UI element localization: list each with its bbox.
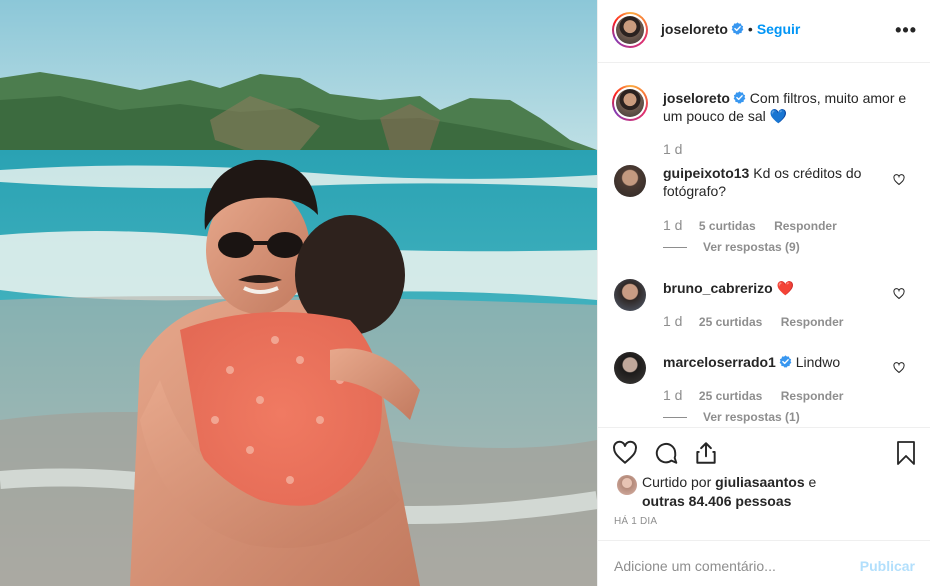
comment-time[interactable]: 1 d [663,387,682,403]
comment-likes[interactable]: 25 curtidas [699,315,762,329]
liked-by-others[interactable]: outras 84.406 pessoas [642,493,791,509]
comment: guipeixoto13 Kd os créditos do fotógrafo… [663,164,878,200]
add-comment-bar: Adicione um comentário... Publicar [598,540,930,586]
liked-by: Curtido por giuliasaantos e outras 84.40… [642,473,816,511]
share-icon[interactable] [693,440,719,466]
comment-meta: 1 d 25 curtidas Responder [663,313,843,331]
reply-button[interactable]: Responder [781,315,844,329]
comment-heart-icon[interactable] [893,288,905,300]
replies-divider-line [663,247,687,249]
replies-divider-line [663,417,687,419]
reply-button[interactable]: Responder [774,219,837,233]
comment-username[interactable]: bruno_cabrerizo [663,280,773,296]
comments-list[interactable]: joseloreto Com filtros, muito amor e um … [598,63,930,427]
comment: bruno_cabrerizo ❤️ [663,279,878,297]
view-replies[interactable]: Ver respostas (9) [663,240,800,254]
caption: joseloreto Com filtros, muito amor e um … [663,89,913,125]
liker-avatar[interactable] [617,475,637,495]
comment-heart-icon[interactable] [893,362,905,374]
post-actions: Curtido por giuliasaantos e outras 84.40… [598,427,930,540]
comment-text: Lindwo [795,354,841,370]
reply-button[interactable]: Responder [781,389,844,403]
comment: marceloserrado1 Lindwo [663,353,878,371]
liked-by-middle: e [808,474,817,490]
view-replies-label: Ver respostas (1) [703,410,800,424]
caption-emoji: 💙 [769,108,788,124]
commenter-avatar[interactable] [614,279,646,311]
liked-by-prefix: Curtido por [642,474,712,490]
comment-text: ❤️ [776,280,795,296]
comment-time[interactable]: 1 d [663,217,682,233]
comment-meta: 1 d 25 curtidas Responder [663,387,843,405]
comment-bubble-icon[interactable] [653,440,679,466]
post-timestamp[interactable]: HÁ 1 DIA [614,516,657,527]
comment-username[interactable]: guipeixoto13 [663,165,749,181]
bookmark-icon[interactable] [894,440,918,466]
post-photo[interactable] [0,0,597,586]
follow-button[interactable]: Seguir [757,21,801,37]
verified-badge-icon [731,22,744,35]
author-avatar[interactable] [612,12,648,48]
separator-dot: • [747,21,753,37]
comment-heart-icon[interactable] [893,174,905,186]
beach-photo-illustration [0,0,597,586]
comment-username[interactable]: marceloserrado1 [663,354,776,370]
comment-meta: 1 d 5 curtidas Responder [663,217,837,235]
caption-time[interactable]: 1 d [663,141,682,157]
commenter-avatar[interactable] [614,352,646,384]
verified-badge-icon [733,91,746,104]
author-username[interactable]: joseloreto [661,21,728,37]
liked-by-user[interactable]: giuliasaantos [715,474,804,490]
comment-input[interactable]: Adicione um comentário... [614,558,776,574]
caption-avatar[interactable] [612,85,648,121]
more-options-icon[interactable]: ••• [895,20,917,41]
header-user-line: joseloreto • Seguir [661,21,800,39]
comment-likes[interactable]: 25 curtidas [699,389,762,403]
caption-username[interactable]: joseloreto [663,90,730,106]
view-replies[interactable]: Ver respostas (1) [663,410,800,424]
verified-badge-icon [779,355,792,368]
view-replies-label: Ver respostas (9) [703,240,800,254]
heart-icon[interactable] [612,440,638,466]
post-details-panel: joseloreto • Seguir ••• joseloreto Com fil… [597,0,930,586]
post-header: joseloreto • Seguir ••• [598,0,930,63]
comment-likes[interactable]: 5 curtidas [699,219,756,233]
comment-time[interactable]: 1 d [663,313,682,329]
commenter-avatar[interactable] [614,165,646,197]
instagram-post-modal: joseloreto • Seguir ••• joseloreto Com fil… [0,0,930,586]
publish-button[interactable]: Publicar [860,558,915,574]
